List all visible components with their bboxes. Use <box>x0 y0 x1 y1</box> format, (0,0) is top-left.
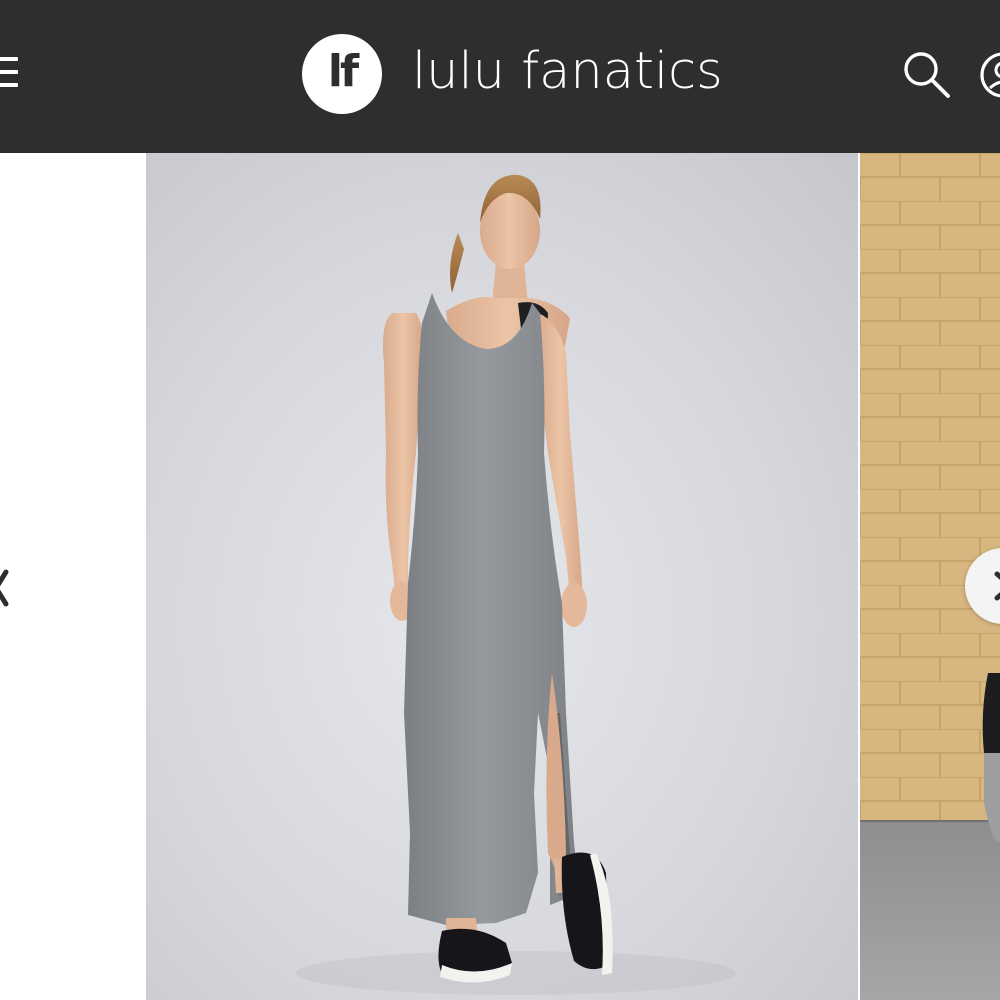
logo-monogram: lf <box>327 46 359 97</box>
model-grey-maxi-dress-photo <box>146 153 858 1000</box>
hamburger-menu-icon[interactable] <box>0 52 20 92</box>
menu-line <box>0 70 18 74</box>
brand-logo-link[interactable]: lf lulu fanatics <box>302 33 723 115</box>
search-icon[interactable] <box>900 48 954 102</box>
menu-line <box>0 83 18 87</box>
product-image-gallery <box>0 153 1000 1000</box>
chevron-left-icon[interactable] <box>0 558 20 618</box>
menu-line <box>0 57 18 61</box>
top-navigation-bar: lf lulu fanatics <box>0 0 1000 153</box>
brand-name: lulu fanatics <box>412 41 723 101</box>
app-window: lf lulu fanatics <box>0 0 1000 1000</box>
user-account-icon[interactable] <box>978 50 1000 100</box>
logo-badge: lf <box>302 34 382 114</box>
gallery-slide-main-photo[interactable] <box>146 153 858 1000</box>
